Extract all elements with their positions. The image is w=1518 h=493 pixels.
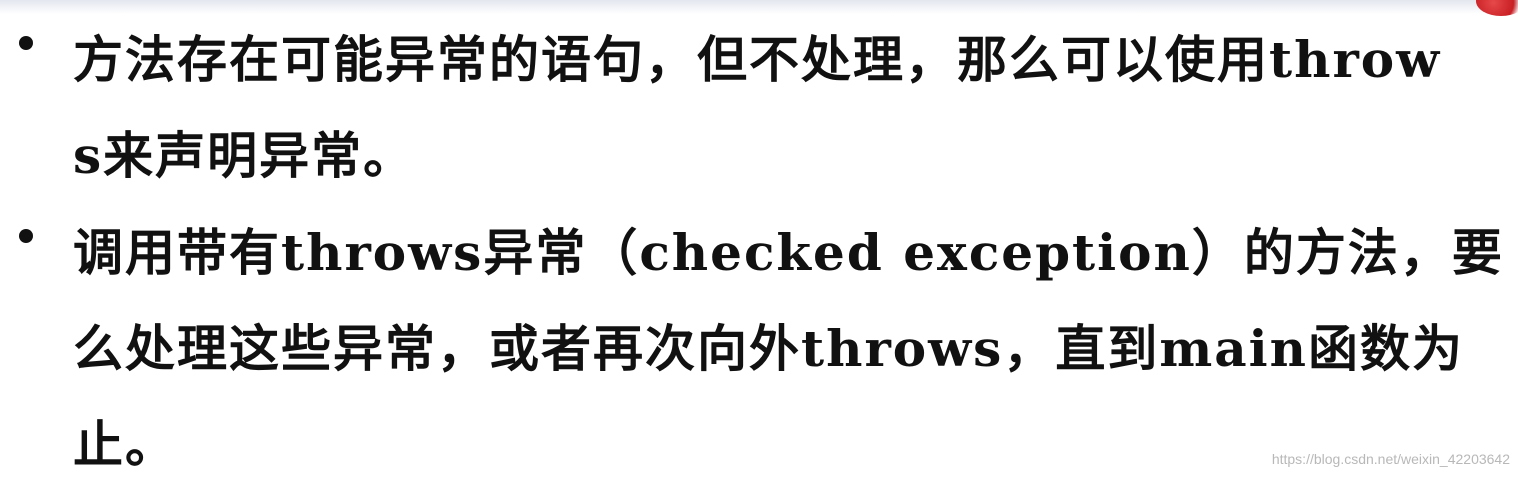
bullet-dot-icon	[19, 229, 33, 243]
bullet-list: 方法存在可能异常的语句，但不处理，那么可以使用throws来声明异常。 调用带有…	[0, 0, 1518, 477]
bullet-text: 方法存在可能异常的语句，但不处理，那么可以使用throws来声明异常。	[73, 30, 1442, 185]
watermark-url: https://blog.csdn.net/weixin_42203642	[1271, 451, 1510, 467]
bullet-text: 调用带有throws异常（checked exception）的方法，要么处理这…	[73, 223, 1504, 474]
bullet-dot-icon	[19, 36, 33, 50]
